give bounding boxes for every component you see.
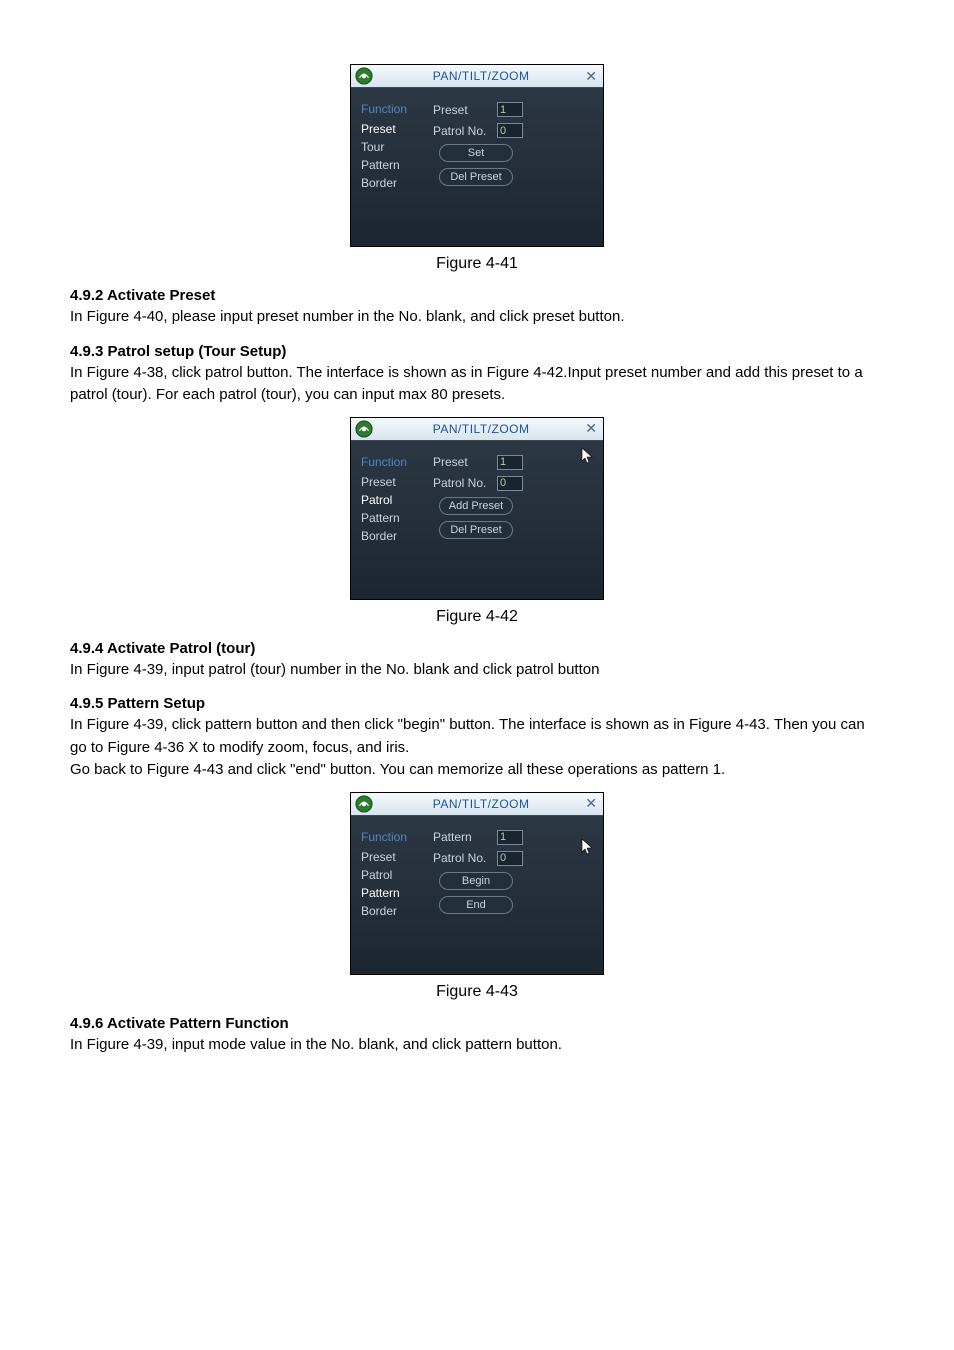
figure-4-41-dialog-wrap: PAN/TILT/ZOOM ✕ Function Preset Tour Pat… [70, 64, 884, 247]
dialog-title: PAN/TILT/ZOOM [379, 797, 583, 811]
app-logo-icon [355, 795, 373, 813]
cursor-icon [581, 447, 595, 465]
preset-input[interactable] [497, 455, 523, 470]
function-menu: Function Preset Tour Pattern Border [361, 102, 429, 192]
menu-item-border[interactable]: Border [361, 527, 429, 545]
cursor-icon [581, 838, 595, 856]
preset-label: Preset [433, 103, 497, 117]
del-preset-button[interactable]: Del Preset [439, 168, 513, 186]
pattern-input[interactable] [497, 830, 523, 845]
menu-item-tour[interactable]: Tour [361, 138, 429, 156]
patrol-no-field-row: Patrol No. [433, 476, 593, 491]
section-title-494: 4.9.4 Activate Patrol (tour) [70, 640, 884, 657]
menu-item-border[interactable]: Border [361, 174, 429, 192]
section-body-494: In Figure 4-39, input patrol (tour) numb… [70, 659, 884, 682]
figure-caption-441: Figure 4-41 [70, 255, 884, 273]
patrol-no-field-row: Patrol No. [433, 123, 593, 138]
menu-item-pattern[interactable]: Pattern [361, 509, 429, 527]
patrol-no-label: Patrol No. [433, 851, 497, 865]
preset-label: Preset [433, 455, 497, 469]
figure-caption-443: Figure 4-43 [70, 983, 884, 1001]
preset-input[interactable] [497, 102, 523, 117]
patrol-no-label: Patrol No. [433, 124, 497, 138]
app-logo-icon [355, 67, 373, 85]
menu-item-preset[interactable]: Preset [361, 120, 429, 138]
function-menu: Function Preset Patrol Pattern Border [361, 455, 429, 545]
ptz-dialog: PAN/TILT/ZOOM ✕ Function Preset Patrol P… [350, 792, 604, 975]
section-body-492: In Figure 4-40, please input preset numb… [70, 306, 884, 329]
dialog-title: PAN/TILT/ZOOM [379, 69, 583, 83]
close-icon[interactable]: ✕ [583, 795, 599, 812]
dialog-titlebar: PAN/TILT/ZOOM ✕ [351, 418, 603, 441]
menu-item-border[interactable]: Border [361, 902, 429, 920]
dialog-titlebar: PAN/TILT/ZOOM ✕ [351, 65, 603, 88]
end-button[interactable]: End [439, 896, 513, 914]
patrol-no-input[interactable] [497, 476, 523, 491]
pattern-field-row: Pattern [433, 830, 593, 845]
section-body-496: In Figure 4-39, input mode value in the … [70, 1034, 884, 1057]
section-title-495: 4.9.5 Pattern Setup [70, 695, 884, 712]
ptz-dialog: PAN/TILT/ZOOM ✕ Function Preset Tour Pat… [350, 64, 604, 247]
preset-field-row: Preset [433, 102, 593, 117]
menu-item-pattern[interactable]: Pattern [361, 156, 429, 174]
menu-item-preset[interactable]: Preset [361, 473, 429, 491]
patrol-no-label: Patrol No. [433, 476, 497, 490]
figure-4-42-dialog-wrap: PAN/TILT/ZOOM ✕ Function Preset Patrol P… [70, 417, 884, 600]
pattern-label: Pattern [433, 830, 497, 844]
menu-item-pattern[interactable]: Pattern [361, 884, 429, 902]
menu-item-patrol[interactable]: Patrol [361, 491, 429, 509]
section-title-493: 4.9.3 Patrol setup (Tour Setup) [70, 343, 884, 360]
function-header: Function [361, 102, 429, 116]
function-menu: Function Preset Patrol Pattern Border [361, 830, 429, 920]
dialog-titlebar: PAN/TILT/ZOOM ✕ [351, 793, 603, 816]
close-icon[interactable]: ✕ [583, 68, 599, 85]
function-header: Function [361, 830, 429, 844]
section-body-493: In Figure 4-38, click patrol button. The… [70, 362, 884, 407]
section-body-495: In Figure 4-39, click pattern button and… [70, 714, 884, 782]
patrol-no-input[interactable] [497, 851, 523, 866]
settings-column: Preset Patrol No. Add Preset Del Preset [433, 455, 593, 539]
settings-column: Preset Patrol No. Set Del Preset [433, 102, 593, 186]
settings-column: Pattern Patrol No. Begin End [433, 830, 593, 914]
set-button[interactable]: Set [439, 144, 513, 162]
close-icon[interactable]: ✕ [583, 420, 599, 437]
menu-item-patrol[interactable]: Patrol [361, 866, 429, 884]
dialog-body: Function Preset Patrol Pattern Border Pa… [351, 816, 603, 974]
add-preset-button[interactable]: Add Preset [439, 497, 513, 515]
menu-item-preset[interactable]: Preset [361, 848, 429, 866]
begin-button[interactable]: Begin [439, 872, 513, 890]
section-title-496: 4.9.6 Activate Pattern Function [70, 1015, 884, 1032]
patrol-no-field-row: Patrol No. [433, 851, 593, 866]
section-title-492: 4.9.2 Activate Preset [70, 287, 884, 304]
figure-4-43-dialog-wrap: PAN/TILT/ZOOM ✕ Function Preset Patrol P… [70, 792, 884, 975]
dialog-title: PAN/TILT/ZOOM [379, 422, 583, 436]
patrol-no-input[interactable] [497, 123, 523, 138]
app-logo-icon [355, 420, 373, 438]
function-header: Function [361, 455, 429, 469]
ptz-dialog: PAN/TILT/ZOOM ✕ Function Preset Patrol P… [350, 417, 604, 600]
preset-field-row: Preset [433, 455, 593, 470]
figure-caption-442: Figure 4-42 [70, 608, 884, 626]
dialog-body: Function Preset Patrol Pattern Border Pr… [351, 441, 603, 599]
del-preset-button[interactable]: Del Preset [439, 521, 513, 539]
dialog-body: Function Preset Tour Pattern Border Pres… [351, 88, 603, 246]
